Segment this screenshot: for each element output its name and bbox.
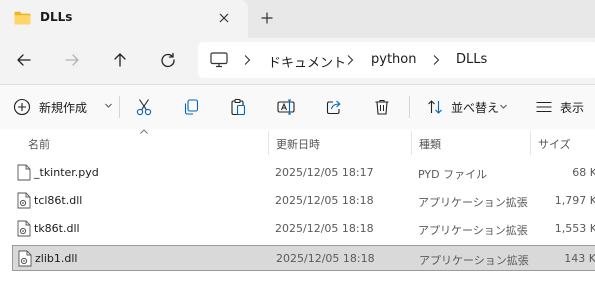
view-button[interactable]: 表示 (532, 94, 595, 120)
scissors-icon (136, 99, 152, 116)
file-name: tk86t.dll (34, 222, 80, 235)
tab-dlls[interactable]: DLLs (0, 0, 248, 38)
file-size: 143 K (564, 252, 595, 265)
list-view-icon (536, 101, 552, 113)
file-type: アプリケーション拡張 (419, 254, 529, 267)
chevron-right-icon[interactable] (242, 54, 252, 66)
navigation-bar: ドキュメント python DLLs (0, 38, 595, 82)
column-header-name[interactable]: 名前 (28, 136, 50, 152)
file-size: 68 K (572, 166, 595, 179)
chevron-down-icon (500, 104, 507, 109)
new-button-label: 新規作成 (39, 101, 88, 115)
tab-strip: DLLs (0, 0, 595, 38)
breadcrumb-dlls[interactable]: DLLs (456, 52, 487, 67)
chevron-right-icon[interactable] (345, 54, 355, 66)
delete-button[interactable] (368, 94, 396, 120)
rename-button[interactable] (272, 94, 300, 120)
new-tab-plus-icon[interactable] (258, 9, 276, 27)
sort-button[interactable]: 並べ替え (423, 94, 513, 120)
file-type: アプリケーション拡張 (418, 196, 528, 209)
file-name: zlib1.dll (35, 252, 78, 265)
folder-icon (14, 11, 31, 25)
file-list: 名前 更新日時 種類 サイズ _tkinter.pyd 2025/12/05 1… (0, 129, 595, 286)
column-header-row: 名前 更新日時 種類 サイズ (0, 129, 595, 157)
sort-button-label: 並べ替え (451, 101, 500, 115)
sort-arrows-icon (428, 100, 442, 114)
file-date: 2025/12/05 18:18 (276, 252, 375, 265)
column-divider[interactable] (411, 131, 412, 155)
share-button[interactable] (320, 94, 348, 120)
file-name: tcl86t.dll (34, 194, 83, 207)
copy-button[interactable] (177, 94, 205, 120)
file-row[interactable]: tcl86t.dll 2025/12/05 18:18 アプリケーション拡張 1… (12, 188, 595, 214)
forward-arrow-icon[interactable] (59, 47, 85, 73)
command-bar: 新規作成 並べ替え 表示 (0, 85, 595, 129)
column-header-date[interactable]: 更新日時 (276, 136, 320, 152)
view-button-label: 表示 (560, 101, 585, 115)
file-type: アプリケーション拡張 (418, 224, 528, 237)
rename-icon (277, 99, 295, 115)
sort-ascending-caret-icon (140, 129, 148, 134)
file-icon (17, 164, 31, 181)
column-divider[interactable] (530, 131, 531, 155)
new-button[interactable]: 新規作成 (8, 94, 118, 120)
clipboard-icon (231, 98, 246, 116)
file-date: 2025/12/05 18:18 (275, 194, 374, 207)
address-bar[interactable]: ドキュメント python DLLs (198, 42, 595, 78)
refresh-icon[interactable] (155, 47, 181, 73)
toolbar-separator (409, 96, 410, 118)
file-size: 1,797 K (554, 194, 595, 207)
cut-button[interactable] (130, 94, 158, 120)
file-row-selected[interactable]: zlib1.dll 2025/12/05 18:18 アプリケーション拡張 14… (12, 245, 595, 271)
toolbar-separator (119, 96, 120, 118)
chevron-down-icon (105, 103, 112, 108)
file-size: 1,553 K (554, 222, 595, 235)
this-pc-icon[interactable] (210, 52, 228, 68)
back-arrow-icon[interactable] (11, 47, 37, 73)
file-name: _tkinter.pyd (34, 166, 99, 179)
dll-file-icon (17, 220, 31, 237)
file-type: PYD ファイル (418, 168, 488, 181)
dll-file-icon (17, 192, 31, 209)
breadcrumb-python[interactable]: python (371, 52, 416, 67)
column-divider[interactable] (268, 131, 269, 155)
column-header-size[interactable]: サイズ (538, 136, 571, 152)
breadcrumb-documents[interactable]: ドキュメント (268, 52, 346, 71)
copy-icon (184, 99, 199, 115)
close-icon[interactable] (215, 9, 233, 27)
file-date: 2025/12/05 18:18 (275, 222, 374, 235)
file-row[interactable]: _tkinter.pyd 2025/12/05 18:17 PYD ファイル 6… (12, 160, 595, 186)
dll-file-icon (18, 250, 32, 267)
plus-circle-icon (13, 98, 31, 116)
chevron-right-icon[interactable] (431, 54, 441, 66)
column-header-type[interactable]: 種類 (419, 136, 441, 152)
trash-icon (375, 99, 389, 115)
file-date: 2025/12/05 18:17 (275, 166, 374, 179)
tab-title: DLLs (40, 10, 73, 24)
file-row[interactable]: tk86t.dll 2025/12/05 18:18 アプリケーション拡張 1,… (12, 216, 595, 242)
up-arrow-icon[interactable] (107, 47, 133, 73)
share-icon (326, 100, 341, 115)
paste-button[interactable] (224, 94, 252, 120)
